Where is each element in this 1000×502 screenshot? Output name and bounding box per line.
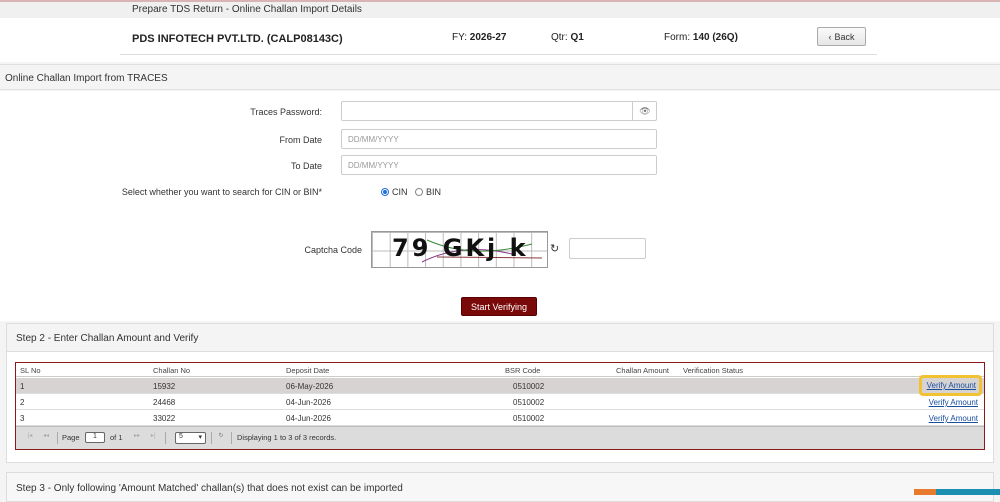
cell-deposit-date: 04-Jun-2026 (286, 414, 331, 423)
captcha-input[interactable] (569, 238, 646, 259)
next-page-icon[interactable]: ▸▸ (131, 432, 143, 443)
col-challan-amount: Challan Amount (616, 366, 669, 375)
table-row[interactable]: 3 33022 04-Jun-2026 0510002 Verify Amoun… (16, 410, 984, 426)
window-title-bar: Prepare TDS Return - Online Challan Impo… (0, 0, 1000, 18)
step2-title: Step 2 - Enter Challan Amount and Verify (16, 333, 199, 344)
col-bsr-code: BSR Code (505, 366, 541, 375)
pager-divider (211, 432, 212, 444)
cell-challan-no: 33022 (153, 414, 176, 423)
section-title: Online Challan Import from TRACES (5, 73, 168, 84)
prev-page-icon[interactable]: ◂◂ (40, 432, 52, 443)
cell-challan-no: 15932 (153, 382, 176, 391)
radio-unselected-icon (415, 188, 423, 196)
last-page-icon[interactable]: ▸| (147, 432, 159, 443)
start-verifying-button[interactable]: Start Verifying (461, 297, 537, 316)
col-deposit-date: Deposit Date (286, 366, 330, 375)
page-label: Page (62, 433, 80, 442)
cell-sl-no: 1 (20, 382, 25, 391)
step3-panel: Step 3 - Only following 'Amount Matched'… (6, 472, 994, 502)
section-header: Online Challan Import from TRACES (0, 64, 1000, 90)
quarter-info: Qtr: Q1 (551, 32, 584, 43)
table-row[interactable]: 1 15932 06-May-2026 0510002 Verify Amoun… (16, 375, 984, 396)
page-total: of 1 (110, 433, 123, 442)
traces-password-label: Traces Password: (250, 107, 322, 117)
window-title: Prepare TDS Return - Online Challan Impo… (132, 4, 362, 15)
return-header: PDS INFOTECH PVT.LTD. (CALP08143C) FY: 2… (0, 18, 1000, 62)
refresh-icon[interactable]: ↻ (550, 242, 559, 255)
header-divider (120, 54, 877, 55)
col-verification-status: Verification Status (683, 366, 744, 375)
fy-info: FY: 2026-27 (452, 32, 507, 43)
cell-bsr-code: 0510002 (513, 382, 545, 391)
from-date-input[interactable]: DD/MM/YYYY (341, 129, 657, 149)
cell-sl-no: 3 (20, 414, 25, 423)
cell-bsr-code: 0510002 (513, 414, 545, 423)
search-type-label: Select whether you want to search for CI… (121, 187, 322, 197)
traces-password-input[interactable] (341, 101, 657, 121)
col-sl-no: SL No (20, 366, 41, 375)
challan-grid: SL No Challan No Deposit Date BSR Code C… (15, 362, 985, 450)
bin-radio[interactable]: BIN (415, 187, 441, 197)
corner-decoration (914, 489, 936, 495)
cell-bsr-code: 0510002 (513, 398, 545, 407)
verify-amount-link[interactable]: Verify Amount (929, 414, 978, 423)
pager-divider (165, 432, 166, 444)
grid-header: SL No Challan No Deposit Date BSR Code C… (16, 363, 984, 377)
cell-deposit-date: 06-May-2026 (286, 382, 334, 391)
chevron-down-icon: ▾ (198, 434, 202, 441)
cell-challan-no: 24468 (153, 398, 176, 407)
corner-decoration (936, 489, 1000, 495)
back-button[interactable]: ‹ Back (817, 27, 866, 46)
page-number-input[interactable]: 1 (85, 432, 105, 443)
col-challan-no: Challan No (153, 366, 191, 375)
cell-sl-no: 2 (20, 398, 25, 407)
from-date-label: From Date (279, 135, 322, 145)
step2-header: Step 2 - Enter Challan Amount and Verify (7, 324, 993, 352)
cell-deposit-date: 04-Jun-2026 (286, 398, 331, 407)
cin-radio[interactable]: CIN (381, 187, 408, 197)
grid-pager: |◂ ◂◂ Page 1 of 1 ▸▸ ▸| 5 ▾ ↻ Displaying… (16, 426, 984, 449)
page-size-select[interactable]: 5 ▾ (175, 432, 206, 444)
captcha-image: 79 GKj k (371, 231, 548, 268)
company-name: PDS INFOTECH PVT.LTD. (CALP08143C) (132, 33, 343, 45)
radio-selected-icon (381, 188, 389, 196)
table-row[interactable]: 2 24468 04-Jun-2026 0510002 Verify Amoun… (16, 394, 984, 410)
pager-divider (57, 432, 58, 444)
verify-amount-link[interactable]: Verify Amount (929, 398, 978, 407)
to-date-label: To Date (290, 161, 322, 171)
eye-icon[interactable]: 👁 (632, 101, 657, 121)
to-date-input[interactable]: DD/MM/YYYY (341, 155, 657, 175)
pager-status: Displaying 1 to 3 of 3 records. (237, 433, 337, 442)
captcha-label: Captcha Code (304, 245, 362, 255)
step2-panel: Step 2 - Enter Challan Amount and Verify… (6, 323, 994, 463)
reload-icon[interactable]: ↻ (215, 432, 227, 443)
captcha-text: 79 GKj k (392, 234, 529, 262)
verify-amount-link[interactable]: Verify Amount (918, 375, 982, 396)
import-form: Traces Password: 👁 From Date DD/MM/YYYY … (0, 91, 1000, 321)
form-info: Form: 140 (26Q) (664, 32, 738, 43)
pager-divider (231, 432, 232, 444)
first-page-icon[interactable]: |◂ (24, 432, 36, 443)
chevron-left-icon: ‹ (828, 31, 832, 42)
step3-title: Step 3 - Only following 'Amount Matched'… (16, 483, 403, 494)
